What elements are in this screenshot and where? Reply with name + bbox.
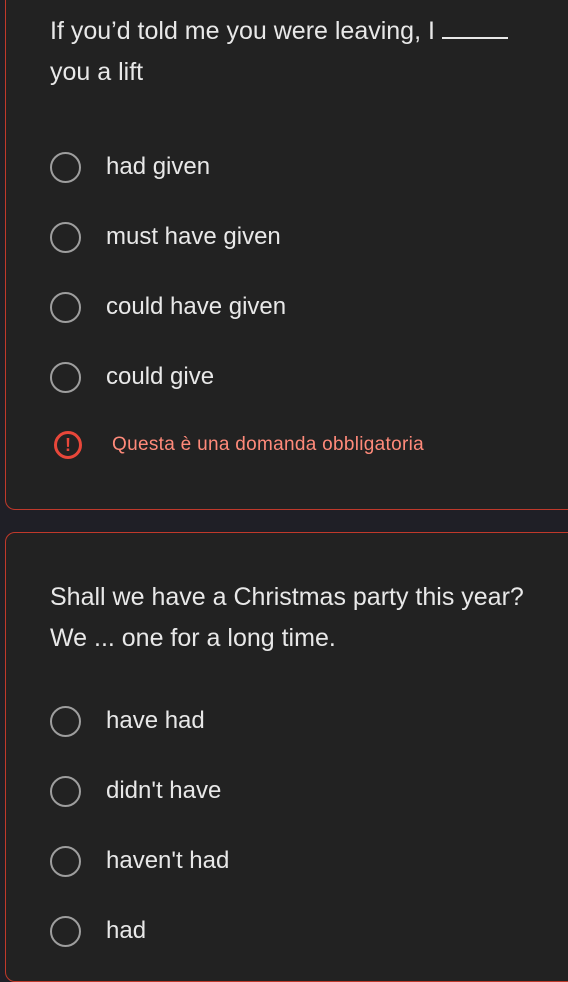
- question-2-line1: Shall we have a Christmas party this yea…: [50, 583, 524, 611]
- radio-unchecked-icon[interactable]: [50, 151, 81, 183]
- radio-unchecked-icon[interactable]: [50, 915, 81, 947]
- option-had[interactable]: had: [50, 913, 146, 949]
- required-message: Questa è una domanda obbligatoria: [112, 434, 425, 455]
- question-card-2: Shall we have a Christmas party this yea…: [5, 532, 568, 982]
- question-text-2: Shall we have a Christmas party this yea…: [50, 577, 568, 659]
- option-label: have had: [106, 707, 205, 734]
- question-1-line1: If you’d told me you were leaving, I: [50, 17, 442, 45]
- question-card-1: If you’d told me you were leaving, I you…: [5, 0, 568, 510]
- radio-unchecked-icon[interactable]: [50, 361, 81, 393]
- option-havent-had[interactable]: haven't had: [50, 843, 229, 879]
- option-didnt-have[interactable]: didn't have: [50, 773, 221, 809]
- question-1-line2: you a lift: [50, 58, 144, 86]
- option-could-have-given[interactable]: could have given: [50, 289, 286, 325]
- option-label: had: [106, 917, 147, 944]
- option-had-given[interactable]: had given: [50, 149, 210, 185]
- radio-unchecked-icon[interactable]: [50, 291, 81, 323]
- radio-unchecked-icon[interactable]: [50, 845, 81, 877]
- option-label: must have given: [106, 223, 281, 250]
- option-could-give[interactable]: could give: [50, 359, 214, 395]
- option-have-had[interactable]: have had: [50, 703, 205, 739]
- required-warning: ! Questa è una domanda obbligatoria: [54, 425, 424, 465]
- question-2-line2: We ... one for a long time.: [50, 624, 336, 652]
- question-text-1: If you’d told me you were leaving, I you…: [50, 11, 568, 93]
- answer-blank: [441, 19, 508, 39]
- radio-unchecked-icon[interactable]: [50, 705, 81, 737]
- option-label: could give: [106, 363, 215, 390]
- option-label: could have given: [106, 293, 287, 320]
- option-label: haven't had: [106, 847, 230, 874]
- option-must-have-given[interactable]: must have given: [50, 219, 281, 255]
- exclamation-circle-icon: !: [54, 431, 82, 459]
- option-label: didn't have: [106, 777, 222, 804]
- option-label: had given: [106, 153, 211, 180]
- radio-unchecked-icon[interactable]: [50, 221, 81, 253]
- radio-unchecked-icon[interactable]: [50, 775, 81, 807]
